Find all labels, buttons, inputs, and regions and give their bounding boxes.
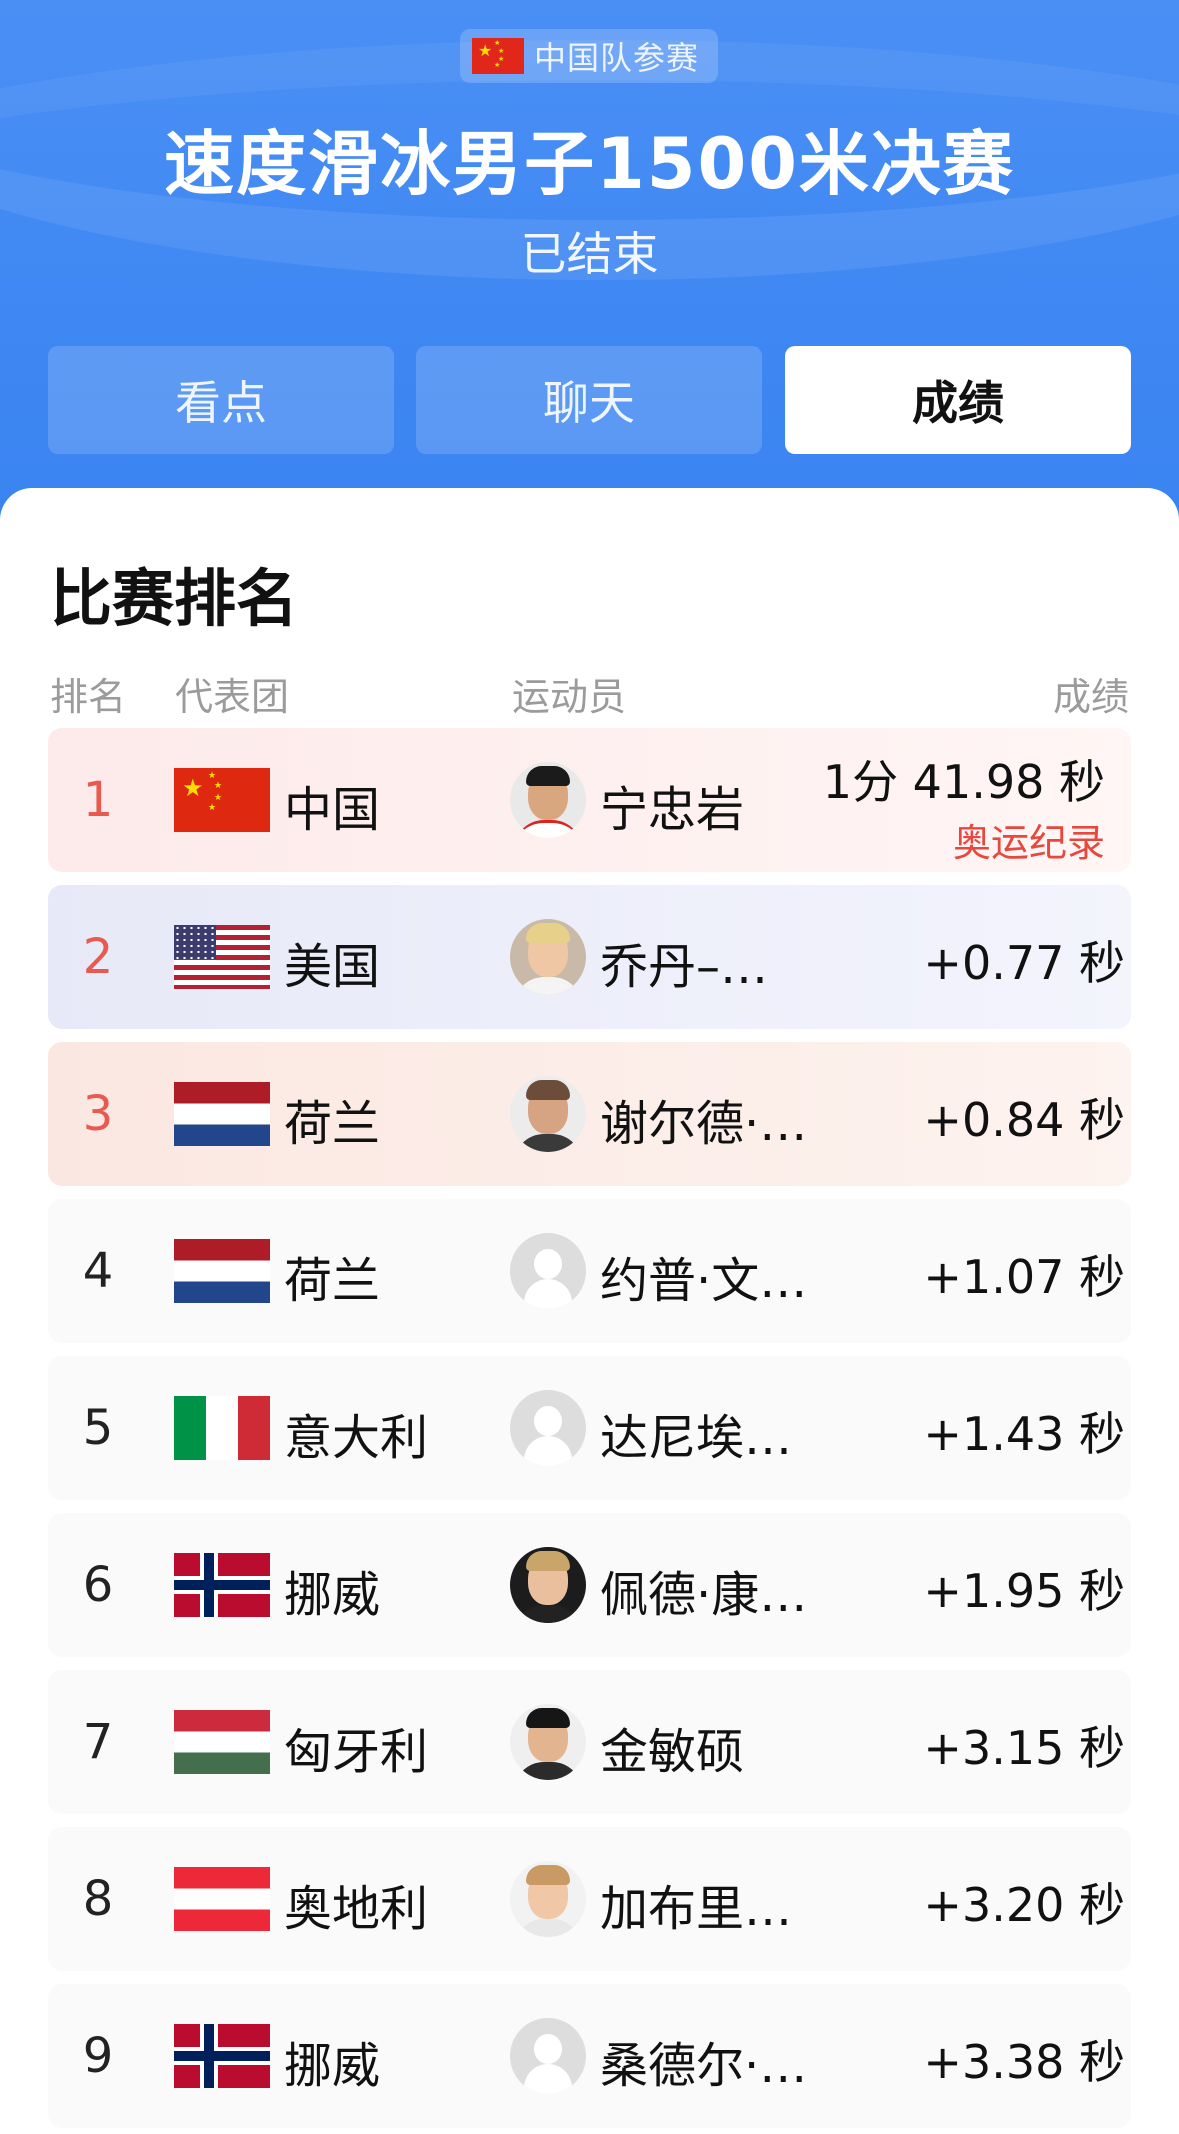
event-status: 已结束	[520, 227, 659, 281]
at-flag-icon	[174, 1867, 270, 1931]
athlete-name: 谢尔德·…	[600, 1096, 808, 1152]
table-row[interactable]: 3 荷兰 谢尔德·… +0.84 秒	[48, 1042, 1131, 1186]
table-row[interactable]: 1 ★ ★ ★ ★ ★ 中国 宁忠岩 1分 41.98 秒 奥运纪录	[48, 728, 1131, 872]
nl-flag-icon	[174, 1082, 270, 1146]
no-flag-icon	[174, 2024, 270, 2088]
table-row[interactable]: 9 挪威 桑德尔·… +3.38 秒	[48, 1984, 1131, 2128]
nl-flag-icon	[174, 1239, 270, 1303]
default-avatar-icon	[510, 1233, 586, 1309]
tab-bar: 看点 聊天 成绩	[48, 346, 1131, 454]
rank-number: 2	[82, 929, 114, 985]
avatar	[510, 1704, 586, 1780]
result-time: +3.15 秒	[923, 1721, 1125, 1775]
rank-number: 3	[82, 1086, 114, 1142]
column-header-result: 成绩	[1052, 675, 1129, 719]
table-row[interactable]: 6 挪威 佩德·康… +1.95 秒	[48, 1513, 1131, 1657]
us-flag-icon	[174, 925, 270, 989]
athlete-name: 金敏硕	[600, 1724, 745, 1780]
result-time: +3.20 秒	[923, 1878, 1125, 1932]
athlete-name: 达尼埃…	[600, 1410, 793, 1466]
athlete-name: 约普·文…	[600, 1253, 808, 1309]
avatar	[510, 1076, 586, 1152]
tab-highlights[interactable]: 看点	[48, 346, 394, 454]
athlete-name: 乔丹–…	[600, 939, 769, 995]
default-avatar-icon	[510, 2018, 586, 2094]
team-badge-label: 中国队参赛	[534, 39, 700, 77]
tab-results[interactable]: 成绩	[785, 346, 1131, 454]
table-row[interactable]: 7 匈牙利 金敏硕 +3.15 秒	[48, 1670, 1131, 1814]
result-time: +1.95 秒	[923, 1564, 1125, 1618]
result-time: +0.77 秒	[923, 936, 1125, 990]
country-name: 挪威	[284, 2038, 381, 2094]
country-name: 中国	[284, 782, 381, 838]
default-avatar-icon	[510, 1390, 586, 1466]
rank-number: 7	[82, 1714, 114, 1770]
result-time: +0.84 秒	[923, 1093, 1125, 1147]
it-flag-icon	[174, 1396, 270, 1460]
rank-number: 6	[82, 1557, 114, 1613]
rank-number: 8	[82, 1871, 114, 1927]
rank-number: 5	[82, 1400, 114, 1456]
country-name: 荷兰	[284, 1253, 381, 1309]
tab-chat[interactable]: 聊天	[416, 346, 762, 454]
avatar	[510, 762, 586, 838]
country-name: 荷兰	[284, 1096, 381, 1152]
record-badge: 奥运纪录	[952, 821, 1105, 865]
column-header-rank: 排名	[50, 675, 127, 719]
column-header-team: 代表团	[175, 675, 290, 719]
no-flag-icon	[174, 1553, 270, 1617]
avatar	[510, 1861, 586, 1937]
avatar	[510, 919, 586, 995]
athlete-name: 佩德·康…	[600, 1567, 808, 1623]
rank-number: 9	[82, 2028, 114, 2084]
athlete-name: 宁忠岩	[600, 782, 745, 838]
country-name: 挪威	[284, 1567, 381, 1623]
result-time: +1.07 秒	[923, 1250, 1125, 1304]
athlete-name: 加布里…	[600, 1881, 793, 1937]
hu-flag-icon	[174, 1710, 270, 1774]
table-row[interactable]: 8 奥地利 加布里… +3.20 秒	[48, 1827, 1131, 1971]
country-name: 意大利	[284, 1410, 429, 1466]
country-name: 匈牙利	[284, 1724, 429, 1780]
result-time: 1分 41.98 秒	[822, 755, 1105, 809]
country-name: 美国	[284, 939, 381, 995]
athlete-name: 桑德尔·…	[600, 2038, 808, 2094]
result-time: +1.43 秒	[923, 1407, 1125, 1461]
section-title: 比赛排名	[50, 562, 299, 635]
table-row[interactable]: 2 美国 乔丹–… +0.77 秒	[48, 885, 1131, 1029]
country-name: 奥地利	[284, 1881, 429, 1937]
rank-number: 1	[82, 772, 114, 828]
team-badge: ★ ★ ★ ★ ★ 中国队参赛	[460, 29, 718, 83]
column-header-athlete: 运动员	[512, 675, 627, 719]
cn-flag-icon: ★ ★ ★ ★ ★	[174, 768, 270, 832]
table-row[interactable]: 4 荷兰 约普·文… +1.07 秒	[48, 1199, 1131, 1343]
result-time: +3.38 秒	[923, 2035, 1125, 2089]
cn-flag-icon: ★ ★ ★ ★ ★	[472, 38, 524, 74]
rank-number: 4	[82, 1243, 114, 1299]
avatar	[510, 1547, 586, 1623]
table-row[interactable]: 5 意大利 达尼埃… +1.43 秒	[48, 1356, 1131, 1500]
page-title: 速度滑冰男子1500米决赛	[164, 123, 1015, 205]
